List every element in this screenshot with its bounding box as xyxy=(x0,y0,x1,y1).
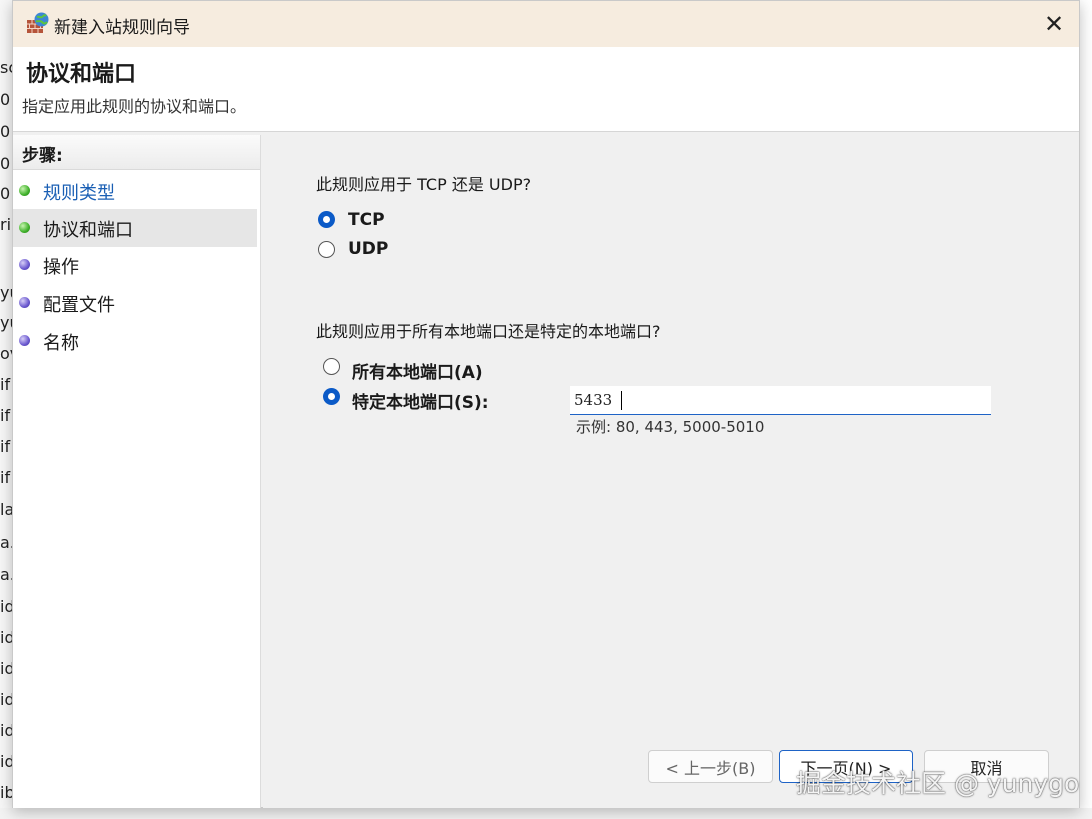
step-pending-icon xyxy=(19,335,30,346)
all-local-ports-label[interactable]: 所有本地端口(A) xyxy=(352,358,483,383)
step-protocol-ports[interactable]: 协议和端口 xyxy=(13,209,257,247)
step-rule-type[interactable]: 规则类型 xyxy=(13,172,257,210)
bg-text: 0 xyxy=(0,90,11,109)
background-window-bottom xyxy=(0,808,1092,819)
step-complete-icon xyxy=(19,185,30,196)
udp-label[interactable]: UDP xyxy=(348,239,388,259)
bg-text: if xyxy=(0,406,11,425)
step-pending-icon xyxy=(19,259,30,270)
close-button[interactable]: ✕ xyxy=(1029,1,1079,47)
step-label: 名称 xyxy=(43,333,79,354)
protocol-question: 此规则应用于 TCP 还是 UDP? xyxy=(316,175,532,194)
ports-question: 此规则应用于所有本地端口还是特定的本地端口? xyxy=(316,322,661,341)
step-name: 名称 xyxy=(13,322,257,360)
step-label: 协议和端口 xyxy=(43,220,133,241)
step-action: 操作 xyxy=(13,246,257,284)
page-subtitle: 指定应用此规则的协议和端口。 xyxy=(22,97,247,116)
title-bar[interactable]: 新建入站规则向导 ✕ xyxy=(13,1,1079,47)
tcp-radio[interactable] xyxy=(318,211,335,228)
bg-text: if xyxy=(0,375,11,394)
specific-local-ports-label[interactable]: 特定本地端口(S): xyxy=(352,388,489,413)
close-icon: ✕ xyxy=(1043,10,1065,38)
step-label: 配置文件 xyxy=(43,295,115,316)
specific-local-ports-radio[interactable] xyxy=(323,388,340,405)
watermark: 掘金技术社区 @ yunygo xyxy=(796,769,1080,798)
port-example-hint: 示例: 80, 443, 5000-5010 xyxy=(576,418,765,436)
firewall-globe-icon xyxy=(27,12,49,33)
bg-text: if xyxy=(0,437,11,456)
wizard-header: 协议和端口 指定应用此规则的协议和端口。 xyxy=(13,47,1079,132)
new-inbound-rule-wizard: 新建入站规则向导 ✕ 协议和端口 指定应用此规则的协议和端口。 步骤: 规则类型… xyxy=(12,0,1080,808)
udp-radio[interactable] xyxy=(318,241,335,258)
window-title: 新建入站规则向导 xyxy=(54,18,190,38)
page-title: 协议和端口 xyxy=(26,62,137,87)
bg-text: ri xyxy=(0,215,12,234)
tcp-label[interactable]: TCP xyxy=(348,210,385,230)
text-caret xyxy=(621,391,622,410)
bg-text: if xyxy=(0,468,11,487)
all-local-ports-radio[interactable] xyxy=(323,358,340,375)
back-button[interactable]: < 上一步(B) xyxy=(648,750,773,783)
steps-header: 步骤: xyxy=(13,135,260,170)
steps-label: 步骤: xyxy=(22,146,63,166)
step-profile: 配置文件 xyxy=(13,284,257,322)
local-port-input[interactable] xyxy=(570,386,991,415)
steps-sidebar: 步骤: 规则类型 协议和端口 操作 配置文件 名称 xyxy=(13,135,261,808)
wizard-content: 此规则应用于 TCP 还是 UDP? TCP UDP 此规则应用于所有本地端口还… xyxy=(263,135,1079,808)
step-label: 规则类型 xyxy=(43,183,115,204)
bg-text: 0 xyxy=(0,122,11,141)
step-current-icon xyxy=(19,222,30,233)
step-label: 操作 xyxy=(43,257,79,278)
step-pending-icon xyxy=(19,297,30,308)
